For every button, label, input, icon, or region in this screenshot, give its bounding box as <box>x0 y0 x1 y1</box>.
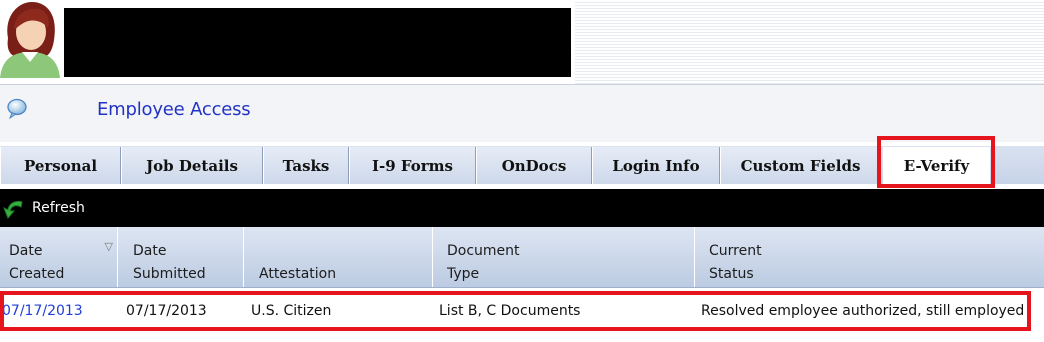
page-header <box>0 0 1044 84</box>
column-header-line2: Type <box>447 266 480 282</box>
refresh-label: Refresh <box>32 200 85 216</box>
column-header-line2: Attestation <box>259 266 337 282</box>
sort-descending-icon[interactable]: ▽ <box>105 235 113 258</box>
refresh-button[interactable]: Refresh <box>2 194 85 222</box>
tab-ondocs[interactable]: OnDocs <box>476 147 592 184</box>
column-header-document-type[interactable]: Document Type <box>438 227 695 287</box>
column-header-line1: Current <box>709 243 762 259</box>
user-avatar-icon <box>0 2 60 78</box>
column-header-line1: Document <box>447 243 520 259</box>
speech-bubble-icon <box>7 98 27 120</box>
column-header-line1: Date <box>9 243 43 259</box>
cell-date-submitted: 07/17/2013 <box>126 303 207 319</box>
column-header-date-submitted[interactable]: Date Submitted <box>124 227 244 287</box>
toolbar: Refresh <box>0 189 1044 227</box>
column-header-attestation[interactable]: Attestation <box>250 227 433 287</box>
tab-bar: Personal Job Details Tasks I-9 Forms OnD… <box>0 142 1044 184</box>
column-header-line2: Status <box>709 266 754 282</box>
app-bar: Employee Access <box>0 84 1044 142</box>
tab-custom-fields[interactable]: Custom Fields <box>720 147 881 184</box>
tab-login-info[interactable]: Login Info <box>592 147 720 184</box>
header-stripes <box>575 0 1044 84</box>
refresh-arrow-icon <box>3 200 23 219</box>
tab-job-details[interactable]: Job Details <box>121 147 263 184</box>
table-row[interactable]: 07/17/2013 07/17/2013 U.S. Citizen List … <box>0 294 1044 329</box>
column-header-line2: Submitted <box>133 266 206 282</box>
cell-date-created-link[interactable]: 07/17/2013 <box>2 294 83 329</box>
column-header-date-created[interactable]: Date Created ▽ <box>0 227 118 287</box>
cell-document-type: List B, C Documents <box>439 303 581 319</box>
cell-attestation: U.S. Citizen <box>251 303 332 319</box>
tab-e-verify[interactable]: E-Verify <box>883 147 990 184</box>
tab-personal[interactable]: Personal <box>0 147 121 184</box>
column-header-current-status[interactable]: Current Status <box>700 227 1044 287</box>
column-header-line1 <box>259 240 432 263</box>
app-title[interactable]: Employee Access <box>97 99 251 120</box>
grid-header: Date Created ▽ Date Submitted Attestatio… <box>0 227 1044 288</box>
tab-tasks[interactable]: Tasks <box>263 147 349 184</box>
redacted-banner <box>64 8 571 77</box>
tab-i9-forms[interactable]: I-9 Forms <box>349 147 476 184</box>
column-header-line2: Created <box>9 266 65 282</box>
cell-current-status: Resolved employee authorized, still empl… <box>701 303 1025 319</box>
column-header-line1: Date <box>133 243 167 259</box>
